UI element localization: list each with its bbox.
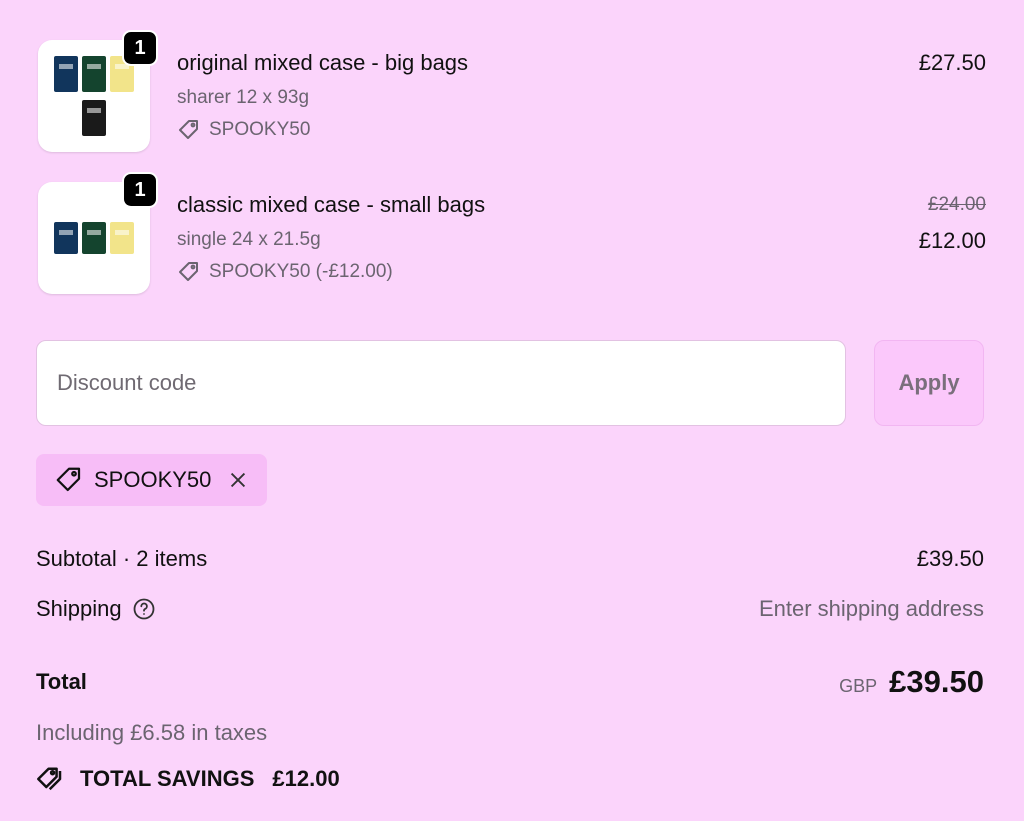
- savings-value: £12.00: [272, 766, 340, 791]
- total-row: Total GBP £39.50: [36, 664, 984, 700]
- item-title: classic mixed case - small bags: [177, 192, 486, 217]
- subtotal-row: Subtotal · 2 items £39.50: [36, 546, 984, 572]
- currency-code: GBP: [839, 676, 878, 696]
- item-discount-code: SPOOKY50: [209, 119, 311, 140]
- apply-button[interactable]: Apply: [874, 340, 984, 426]
- item-discount: SPOOKY50 (-£12.00): [177, 260, 393, 284]
- discount-form: Apply: [36, 340, 986, 428]
- item-title: original mixed case - big bags: [177, 50, 469, 75]
- subtotal-value: £39.50: [916, 546, 984, 571]
- item-variant: sharer 12 x 93g: [177, 87, 310, 108]
- line-item: 1 original mixed case - big bags sharer …: [36, 30, 986, 160]
- savings-label: TOTAL SAVINGS: [80, 766, 255, 791]
- bag-image: [54, 56, 78, 92]
- item-price: £12.00: [918, 228, 986, 253]
- total-value: £39.50: [889, 664, 984, 699]
- applied-discount-chip: SPOOKY50: [36, 454, 268, 506]
- bag-image: [82, 56, 106, 92]
- tag-icon: [177, 260, 201, 284]
- total-savings: TOTAL SAVINGS £12.00: [36, 764, 340, 794]
- taxes-note: Including £6.58 in taxes: [36, 720, 268, 745]
- close-icon[interactable]: [227, 469, 249, 491]
- quantity-badge: 1: [122, 172, 158, 208]
- taxes-row: Including £6.58 in taxes: [36, 720, 984, 746]
- line-item: 1 classic mixed case - small bags single…: [36, 172, 986, 302]
- quantity-badge: 1: [122, 30, 158, 66]
- total-amount: GBP £39.50: [839, 664, 984, 700]
- tag-icon: [177, 118, 201, 142]
- total-label: Total: [36, 669, 87, 694]
- shipping-row: Shipping Enter shipping address: [36, 596, 984, 622]
- item-price: £27.50: [918, 50, 986, 75]
- help-circle-icon[interactable]: [132, 597, 156, 621]
- bag-image: [82, 222, 106, 254]
- tags-icon: [36, 764, 68, 794]
- applied-discount-code: SPOOKY50: [94, 467, 212, 492]
- subtotal-label: Subtotal · 2 items: [36, 546, 208, 571]
- bag-image: [82, 100, 106, 136]
- tag-icon: [54, 465, 84, 495]
- item-discount: SPOOKY50: [177, 118, 310, 142]
- shipping-label-group: Shipping: [36, 596, 156, 622]
- bag-image: [110, 222, 134, 254]
- shipping-label: Shipping: [36, 596, 122, 621]
- item-original-price: £24.00: [927, 194, 986, 215]
- discount-code-input[interactable]: [36, 340, 846, 426]
- bag-image: [54, 222, 78, 254]
- shipping-value: Enter shipping address: [758, 596, 984, 621]
- item-variant: single 24 x 21.5g: [177, 229, 321, 250]
- item-discount-code: SPOOKY50 (-£12.00): [209, 261, 393, 282]
